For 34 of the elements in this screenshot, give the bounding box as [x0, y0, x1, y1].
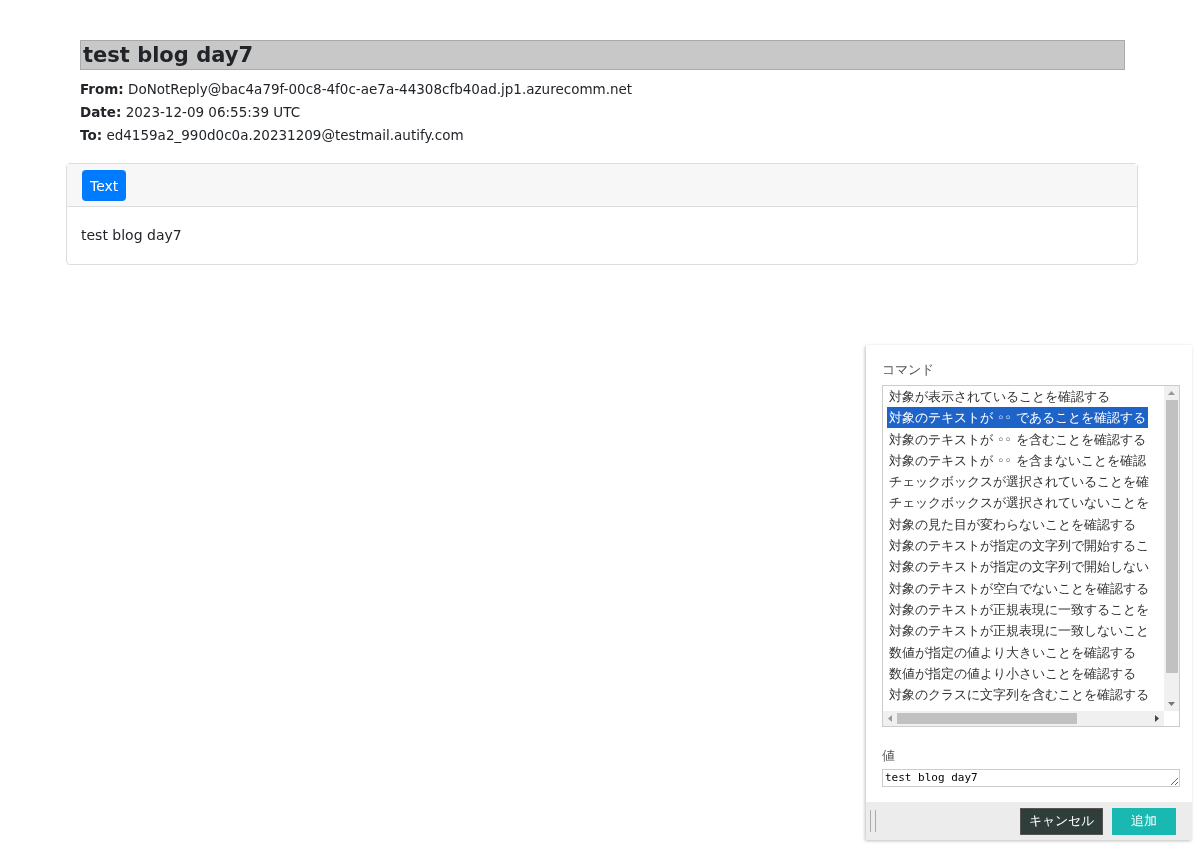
command-label: コマンド — [882, 361, 935, 379]
command-option[interactable]: チェックボックスが選択されていないことを — [887, 492, 1151, 514]
command-option[interactable]: 対象のテキストが ◦◦ を含まないことを確認 — [887, 449, 1148, 471]
resize-grip-icon[interactable] — [870, 810, 876, 832]
command-option[interactable]: 数値が指定の値より大きいことを確認する — [887, 641, 1138, 663]
command-option[interactable]: 数値が指定の値より小さいことを確認する — [887, 662, 1138, 684]
scroll-thumb[interactable] — [897, 713, 1077, 724]
header-label: Date: — [80, 104, 122, 120]
command-option[interactable]: 対象のテキストが指定の文字列で開始するこ — [887, 535, 1151, 557]
header-label: From: — [80, 81, 124, 97]
command-option[interactable]: 対象のテキストが指定の文字列で開始しない — [887, 556, 1151, 578]
header-label: To: — [80, 127, 103, 143]
command-list[interactable] — [882, 385, 1180, 727]
email-subject: test blog day7 — [80, 40, 1125, 70]
command-option[interactable]: 対象のテキストが ◦◦ を含むことを確認する — [887, 428, 1148, 450]
command-option[interactable]: 対象のクラスに文字列を含むことを確認する — [887, 684, 1151, 706]
command-option[interactable]: チェックボックスが選択されていることを確 — [887, 471, 1151, 493]
command-option[interactable]: 対象のテキストが空白でないことを確認する — [887, 577, 1151, 599]
command-option[interactable]: 対象のテキストが正規表現に一致しないこと — [887, 620, 1151, 642]
command-option[interactable]: 対象のテキストが ◦◦ であることを確認する — [887, 407, 1148, 429]
command-option[interactable]: 対象のテキストが正規表現に一致することを — [887, 598, 1151, 620]
header-value: DoNotReply@bac4a79f-00c8-4f0c-ae7a-44308cfb40ad.jp1.azurecomm.net — [128, 81, 633, 97]
value-label: 値 — [882, 747, 896, 765]
text-tab[interactable]: Text — [82, 170, 127, 201]
header-value: 2023-12-09 06:55:39 UTC — [125, 104, 301, 120]
command-option[interactable]: 対象の見た目が変わらないことを確認する — [887, 513, 1138, 535]
header-value: ed4159a2_990d0c0a.20231209@testmail.autify.com — [106, 127, 464, 143]
command-option[interactable]: 対象が表示されていることを確認する — [887, 386, 1112, 407]
cancel-button[interactable]: キャンセル — [1020, 807, 1103, 835]
vertical-scrollbar[interactable] — [1164, 386, 1179, 711]
horizontal-scrollbar[interactable] — [883, 711, 1164, 726]
value-field[interactable]: test blog day7 — [882, 769, 1180, 787]
message-body: test blog day7 — [81, 227, 183, 243]
scroll-thumb[interactable] — [1165, 400, 1178, 673]
